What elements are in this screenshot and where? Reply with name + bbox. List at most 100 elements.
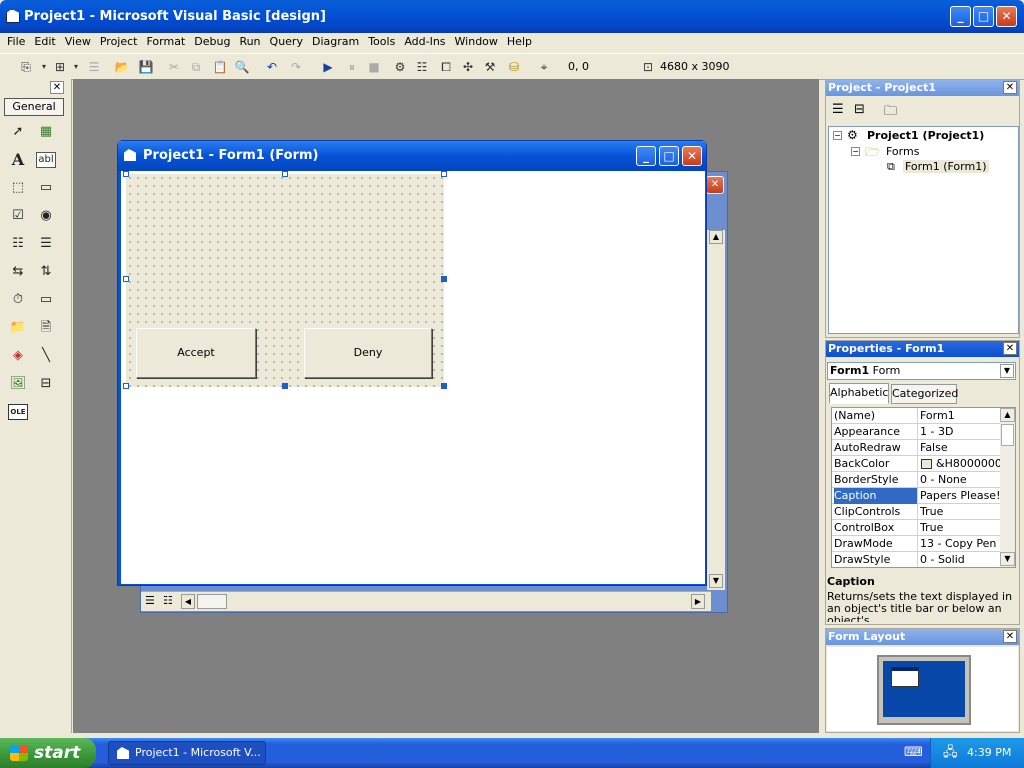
toggle-folders-icon[interactable]: 🗀 [884, 102, 897, 124]
menu-project[interactable]: Project [95, 33, 142, 48]
properties-scrollbar[interactable]: ▲ ▼ [1000, 408, 1015, 567]
form-maximize-button[interactable]: □ [659, 146, 679, 166]
property-row-selected[interactable]: Caption Papers Please! [832, 488, 1000, 504]
scroll-right-icon[interactable]: ▶ [691, 594, 705, 609]
ole-tool-icon[interactable]: OLE [8, 404, 28, 420]
scroll-down-icon[interactable]: ▼ [709, 574, 723, 588]
hscrollbar-tool-icon[interactable]: ⇆ [8, 262, 28, 282]
chevron-down-icon[interactable]: ▼ [1000, 364, 1014, 378]
network-icon[interactable]: 🖧 [943, 738, 958, 768]
redo-icon[interactable]: ↷ [288, 59, 304, 75]
toolbox-icon[interactable]: ⚒ [482, 59, 498, 75]
picturebox-tool-icon[interactable]: ▦ [36, 122, 56, 142]
vscrollbar-tool-icon[interactable]: ⇅ [36, 262, 56, 282]
dropdown-arrow-icon[interactable]: ▾ [36, 59, 52, 75]
commandbutton-tool-icon[interactable]: ▭ [36, 178, 56, 198]
undo-icon[interactable]: ↶ [264, 59, 280, 75]
code-window-close-button[interactable]: ✕ [706, 176, 724, 194]
menu-format[interactable]: Format [141, 33, 189, 48]
checkbox-tool-icon[interactable]: ☑ [8, 206, 28, 226]
cut-icon[interactable]: ✂ [166, 59, 182, 75]
full-module-view-icon[interactable]: ☷ [163, 594, 173, 607]
minimize-button[interactable]: _ [950, 6, 971, 27]
keyboard-icon[interactable]: ⌨ [904, 745, 923, 760]
find-icon[interactable]: 🔍 [234, 59, 250, 75]
toolbox-close-button[interactable]: ✕ [50, 81, 64, 94]
collapse-icon[interactable]: − [851, 147, 860, 156]
tab-alphabetic[interactable]: Alphabetic [829, 383, 889, 404]
scroll-left-icon[interactable]: ◀ [181, 594, 195, 609]
menu-window[interactable]: Window [450, 33, 502, 48]
tree-project-root[interactable]: Project1 (Project1) [867, 129, 984, 142]
scroll-down-icon[interactable]: ▼ [1000, 552, 1015, 566]
scroll-thumb[interactable] [197, 594, 227, 609]
property-row[interactable]: DrawStyle 0 - Solid [832, 552, 1000, 567]
menu-add-ins[interactable]: Add-Ins [399, 33, 449, 48]
menu-help[interactable]: Help [502, 33, 536, 48]
open-project-icon[interactable]: 📂 [114, 59, 130, 75]
property-row[interactable]: DrawMode 13 - Copy Pen [832, 536, 1000, 552]
resize-handle[interactable] [282, 383, 288, 389]
design-form-surface[interactable]: Accept Deny [126, 174, 444, 387]
menu-query[interactable]: Query [265, 33, 307, 48]
property-row[interactable]: BackColor&H8000000F [832, 456, 1000, 472]
save-icon[interactable]: 💾 [138, 59, 154, 75]
combobox-tool-icon[interactable]: ☷ [8, 234, 28, 254]
listbox-tool-icon[interactable]: ☰ [36, 234, 56, 254]
properties-window-icon[interactable]: ☷ [414, 59, 430, 75]
scroll-up-icon[interactable]: ▲ [709, 230, 723, 244]
clock[interactable]: 4:39 PM [967, 738, 1011, 768]
copy-icon[interactable]: ⧉ [188, 59, 204, 75]
pointer-tool-icon[interactable]: ➚ [8, 122, 28, 142]
properties-panel-close-button[interactable]: ✕ [1003, 342, 1017, 355]
optionbutton-tool-icon[interactable]: ◉ [36, 206, 56, 226]
project-explorer-icon[interactable]: ⚙ [392, 59, 408, 75]
tree-forms-folder[interactable]: Forms [886, 145, 919, 158]
dirlistbox-tool-icon[interactable]: 📁 [8, 318, 28, 338]
object-selector[interactable]: Form1 Form ▼ [827, 362, 1016, 380]
end-icon[interactable]: ■ [366, 59, 382, 75]
start-button[interactable]: start [0, 738, 96, 768]
resize-handle[interactable] [441, 383, 447, 389]
property-row[interactable]: ControlBox True [832, 520, 1000, 536]
add-project-icon[interactable]: ⎘ [18, 59, 34, 75]
timer-tool-icon[interactable]: ⏱ [8, 290, 28, 310]
menu-run[interactable]: Run [234, 33, 264, 48]
scroll-thumb[interactable] [1001, 424, 1014, 446]
menu-file[interactable]: File [0, 33, 29, 48]
scroll-up-icon[interactable]: ▲ [1000, 408, 1015, 422]
view-code-icon[interactable]: ☰ [832, 102, 844, 117]
textbox-tool-icon[interactable]: abl [36, 152, 56, 168]
form-minimize-button[interactable]: _ [636, 146, 656, 166]
collapse-icon[interactable]: − [833, 131, 842, 140]
tree-form1-item[interactable]: Form1 (Form1) [903, 160, 989, 173]
label-tool-icon[interactable]: A [8, 150, 28, 170]
add-form-icon[interactable]: ⊞ [52, 59, 68, 75]
start-icon[interactable]: ▶ [320, 59, 336, 75]
form-position-preview[interactable] [891, 667, 919, 687]
code-window-vertical-scrollbar[interactable]: ▲ ▼ [707, 230, 725, 590]
tab-categorized[interactable]: Categorized [891, 384, 958, 404]
image-tool-icon[interactable]: 🖼 [8, 374, 28, 394]
menu-diagram[interactable]: Diagram [307, 33, 363, 48]
menu-tools[interactable]: Tools [363, 33, 399, 48]
form-designer-window[interactable]: Project1 - Form1 (Form) _ □ ✕ Accept Den… [117, 140, 707, 586]
frame-tool-icon[interactable]: ⬚ [8, 178, 28, 198]
data-tool-icon[interactable]: ⊟ [36, 374, 56, 394]
menu-editor-icon[interactable]: ☰ [86, 59, 102, 75]
deny-button[interactable]: Deny [304, 328, 432, 378]
property-row[interactable]: AutoRedraw False [832, 440, 1000, 456]
dropdown-arrow-icon[interactable]: ▾ [68, 59, 84, 75]
property-row[interactable]: (Name) Form1 [832, 408, 1000, 424]
paste-icon[interactable]: 📋 [212, 59, 228, 75]
data-view-icon[interactable]: ⛁ [506, 59, 522, 75]
resize-handle[interactable] [441, 276, 447, 282]
property-row[interactable]: ClipControls True [832, 504, 1000, 520]
property-row[interactable]: Appearance 1 - 3D [832, 424, 1000, 440]
object-browser-icon[interactable]: ✣ [460, 59, 476, 75]
form-layout-close-button[interactable]: ✕ [1003, 630, 1017, 643]
menu-edit[interactable]: Edit [29, 33, 59, 48]
filelistbox-tool-icon[interactable]: 🗎 [36, 318, 56, 338]
shape-tool-icon[interactable]: ◈ [8, 346, 28, 366]
menu-debug[interactable]: Debug [189, 33, 234, 48]
